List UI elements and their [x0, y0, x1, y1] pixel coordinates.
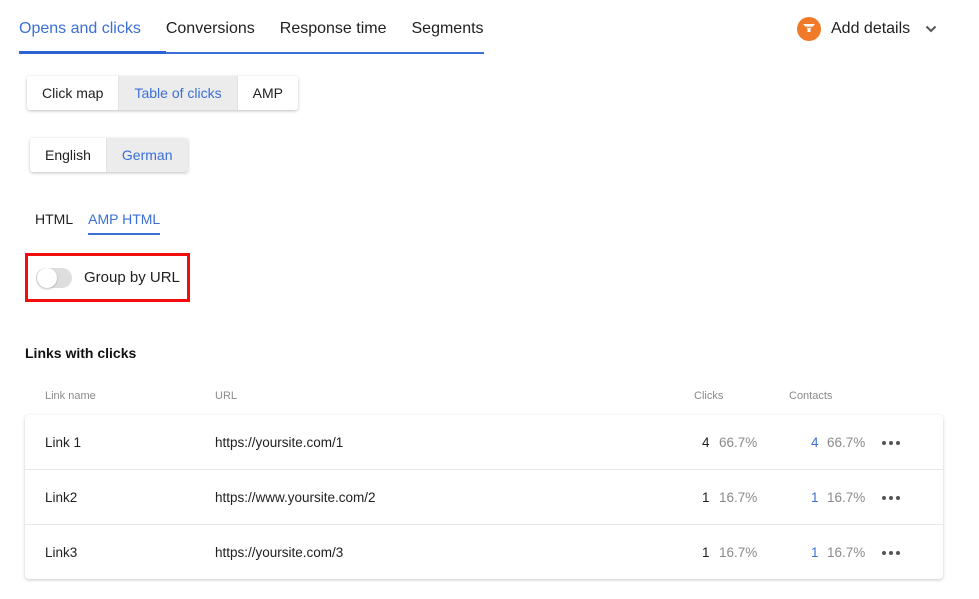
tab-amp-html[interactable]: AMP HTML [88, 205, 161, 235]
clicks-percent: 66.7% [719, 435, 758, 450]
more-icon[interactable] [881, 525, 901, 580]
link-url: https://www.yoursite.com/2 [215, 490, 376, 505]
contacts-percent: 16.7% [827, 545, 866, 560]
more-icon[interactable] [881, 470, 901, 525]
clicks-count: 4 [702, 435, 710, 450]
top-tabs: Opens and clicks Conversions Response ti… [19, 0, 484, 54]
link-name: Link 1 [45, 435, 82, 450]
group-by-url-label: Group by URL [84, 269, 180, 286]
table-row: Link2 https://www.yoursite.com/2 1 16.7%… [25, 470, 943, 525]
column-header-contacts: Contacts [789, 390, 833, 402]
table-row: Link3 https://yoursite.com/3 1 16.7% 1 1… [25, 525, 943, 580]
links-table: Link 1 https://yoursite.com/1 4 66.7% 4 … [25, 415, 943, 579]
column-header-clicks: Clicks [694, 390, 724, 402]
contacts-count[interactable]: 1 [811, 470, 819, 525]
tab-conversions[interactable]: Conversions [166, 0, 280, 52]
clicks-count: 1 [702, 545, 710, 560]
clicks-percent: 16.7% [719, 545, 758, 560]
section-title: Links with clicks [25, 345, 137, 361]
german-button[interactable]: German [106, 138, 188, 172]
amp-button[interactable]: AMP [237, 76, 298, 110]
add-details-label: Add details [831, 20, 911, 37]
contacts-count[interactable]: 4 [811, 415, 819, 470]
clicks-percent: 16.7% [719, 490, 758, 505]
tab-html[interactable]: HTML [35, 205, 73, 235]
contacts-percent: 66.7% [827, 435, 866, 450]
toggle-knob [37, 267, 57, 288]
english-button[interactable]: English [30, 138, 107, 172]
add-details-button[interactable]: Add details [797, 17, 938, 41]
tab-response-time[interactable]: Response time [280, 0, 412, 52]
group-by-url-toggle[interactable] [36, 267, 72, 288]
clicks-count: 1 [702, 490, 710, 505]
view-switch: Click map Table of clicks AMP [27, 76, 298, 110]
table-of-clicks-button[interactable]: Table of clicks [119, 76, 238, 110]
format-tabs: HTML AMP HTML [35, 205, 175, 235]
tab-segments[interactable]: Segments [412, 0, 484, 52]
contacts-percent: 16.7% [827, 490, 866, 505]
link-name: Link2 [45, 490, 78, 505]
table-row: Link 1 https://yoursite.com/1 4 66.7% 4 … [25, 415, 943, 470]
tab-opens-and-clicks[interactable]: Opens and clicks [19, 0, 166, 54]
link-url: https://yoursite.com/3 [215, 545, 344, 560]
language-switch: English German [30, 138, 188, 172]
column-header-url: URL [215, 390, 238, 402]
group-by-url-highlight: Group by URL [25, 253, 190, 302]
more-icon[interactable] [881, 415, 901, 470]
contacts-count[interactable]: 1 [811, 525, 819, 580]
chevron-down-icon [924, 22, 938, 36]
click-map-button[interactable]: Click map [27, 76, 120, 110]
link-name: Link3 [45, 545, 78, 560]
link-url: https://yoursite.com/1 [215, 435, 344, 450]
column-header-link-name: Link name [45, 390, 96, 402]
funnel-icon [797, 17, 821, 41]
